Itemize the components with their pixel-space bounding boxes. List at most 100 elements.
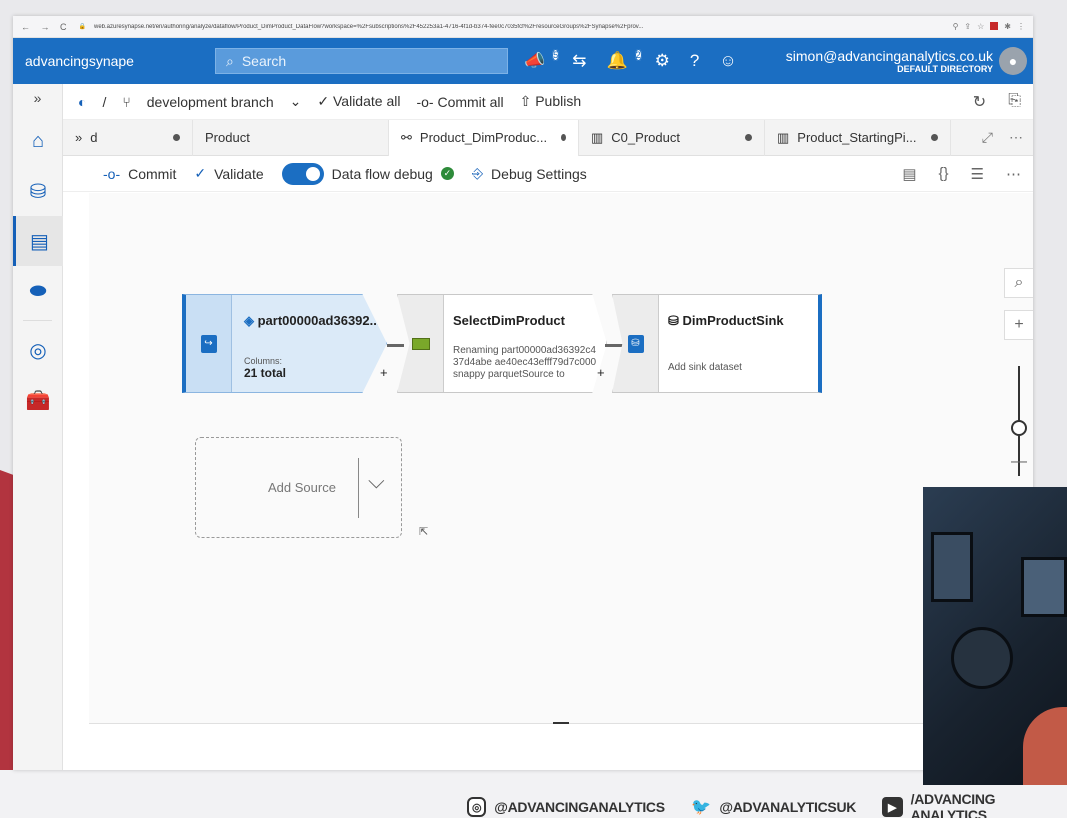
dataset-icon: ◈	[244, 313, 258, 328]
url-text[interactable]: web.azuresynapse.net/en/authoring/analyz…	[94, 24, 945, 30]
command-bar: -o- Commit ✓ Validate Data flow debug ✓ ⎆ D…	[63, 156, 1033, 192]
zoom-out-button[interactable]: —	[1004, 448, 1033, 478]
source-node-strip: ↪	[186, 295, 232, 392]
gear-icon[interactable]: ⚙	[655, 51, 670, 71]
commit-icon: -o-	[103, 165, 121, 182]
commit-all-button[interactable]: -o- Commit all	[416, 94, 503, 110]
discard-icon[interactable]: ⎘	[1008, 92, 1021, 112]
directory-label: DEFAULT DIRECTORY	[897, 64, 993, 74]
publish-button[interactable]: ⇧ Publish	[520, 93, 582, 110]
sink-title: ⛁ DimProductSink	[668, 313, 784, 329]
extension-red-icon[interactable]	[990, 22, 999, 30]
tab-label: Product_StartingPi...	[797, 130, 917, 145]
branchbar-right-icons: ↻ ⎘	[973, 92, 1033, 112]
chevron-down-icon[interactable]: ⌄	[290, 93, 302, 110]
select-icon	[411, 337, 430, 350]
code-icon[interactable]: {}	[939, 165, 949, 183]
validate-all-button[interactable]: ✓ Validate all	[317, 93, 400, 110]
menu-dots-icon[interactable]: ⋮	[1017, 22, 1025, 31]
commit-all-label: Commit all	[437, 93, 504, 110]
notifications-icon[interactable]: 📣 5	[524, 49, 560, 71]
youtube-icon: ▶	[881, 797, 903, 817]
zoom-slider-thumb[interactable]	[1011, 420, 1027, 436]
instagram-handle: @ADVANCINGANALYTICS	[494, 799, 665, 815]
commit-button[interactable]: -o- Commit	[103, 166, 176, 182]
tab-label: d	[90, 130, 98, 145]
zoom-in-button[interactable]: +	[1004, 310, 1033, 340]
help-icon[interactable]: ?	[690, 51, 699, 71]
select-node[interactable]: SelectDimProduct Renaming part00000ad363…	[397, 294, 607, 393]
more-icon[interactable]: ⋯	[1006, 165, 1021, 183]
validate-button[interactable]: ✓ Validate	[194, 165, 263, 182]
tab-product-startingpi[interactable]: ▥ Product_StartingPi...	[765, 119, 951, 156]
sink-node[interactable]: ⛁ ⛁ DimProductSink Add sink dataset	[612, 294, 822, 393]
branch-selector[interactable]: development branch	[147, 94, 274, 110]
debug-settings-icon: ⎆	[471, 165, 484, 181]
browser-extension-icons[interactable]: ⚲ ⇪ ☆ ✱ ⋮	[953, 22, 1025, 31]
monitor-icon[interactable]: ◎	[13, 325, 63, 375]
pipeline-icon: ▥	[777, 129, 790, 145]
add-transform-plus-icon[interactable]: +	[380, 365, 388, 380]
debug-toggle[interactable]	[281, 162, 324, 185]
add-source-label: Add Source	[268, 480, 336, 495]
validate-label: Validate	[214, 165, 264, 182]
expand-rail-icon[interactable]: »	[13, 84, 62, 116]
azure-header: advancingsynape ⌕ Search 📣 5 ⇆ 🔔 2 ⚙ ? ☺ s…	[13, 38, 1033, 84]
publish-icon: ⇧	[519, 93, 536, 109]
git-icon[interactable]: ◐	[78, 94, 86, 110]
browser-nav-icons[interactable]: ← → C	[21, 22, 71, 32]
source-title-text: part00000ad36392...	[257, 313, 381, 328]
header-icons: 📣 5 ⇆ 🔔 2 ⚙ ? ☺	[524, 49, 737, 71]
unsaved-dot-icon	[930, 134, 938, 141]
panel-resize-grip[interactable]	[553, 722, 569, 724]
feedback-icon[interactable]: ☺	[719, 51, 736, 71]
script-icon[interactable]: ▤	[902, 165, 916, 183]
dataflow-canvas[interactable]: ↪ ◈ part00000ad36392... Columns: 21 tota…	[89, 193, 1033, 723]
tab-product-dimproduct[interactable]: ⚯ Product_DimProduc...	[389, 119, 579, 156]
integrate-icon[interactable]: ⬬	[13, 266, 63, 316]
cmdbar-right-icons: ▤ {} ☰ ⋯	[902, 165, 1033, 183]
tab-product[interactable]: Product	[193, 119, 389, 156]
picture-frame	[931, 532, 973, 602]
browser-url-bar: ← → C 🔒 web.azuresynapse.net/en/authorin…	[13, 16, 1033, 38]
select-desc: Renaming part00000ad36392c437d4abe ae40e…	[453, 345, 597, 380]
source-node[interactable]: ↪ ◈ part00000ad36392... Columns: 21 tota…	[182, 294, 387, 393]
workspace-name[interactable]: advancingsynape	[13, 53, 213, 69]
pipeline-icon: ▥	[591, 129, 604, 145]
tab-d[interactable]: » d	[63, 119, 193, 156]
search-input[interactable]: ⌕ Search	[215, 48, 508, 74]
columns-value: 21 total	[244, 366, 287, 380]
tab-c0-product[interactable]: ▥ C0_Product	[579, 119, 765, 156]
zoom-search-icon[interactable]: ⌕	[1004, 268, 1033, 298]
directory-switch-icon[interactable]: ⇆	[572, 51, 586, 71]
share-icon[interactable]: ⇪	[964, 22, 971, 31]
avatar[interactable]: ●	[999, 47, 1027, 75]
tabs-expand-icon[interactable]: »	[75, 130, 82, 145]
extension-icon[interactable]: ✱	[1004, 22, 1011, 31]
left-rail: » ⌂ ⛁ ▤ ⬬ ◎ 🧰	[13, 84, 63, 770]
commit-label: Commit	[128, 165, 177, 182]
debug-settings-button[interactable]: ⎆ Debug Settings	[472, 165, 587, 182]
develop-icon[interactable]: ▤	[13, 216, 63, 266]
add-source-box[interactable]: Add Source ⌵	[195, 437, 402, 538]
data-icon[interactable]: ⛁	[13, 166, 63, 216]
lock-icon: 🔒	[78, 24, 86, 30]
add-transform-plus-icon[interactable]: +	[597, 365, 605, 380]
chevron-down-icon[interactable]: ⌵	[368, 468, 385, 494]
manage-icon[interactable]: 🧰	[13, 375, 63, 425]
debug-toggle-group: Data flow debug ✓	[281, 162, 454, 185]
more-icon[interactable]: ⋯	[1009, 129, 1023, 146]
maximize-icon[interactable]: ⤢	[982, 129, 993, 146]
zoom-control: ⌕ + —	[1004, 268, 1033, 476]
bell-icon[interactable]: 🔔 2	[606, 49, 642, 71]
refresh-icon[interactable]: ↻	[973, 92, 986, 112]
sink-icon: ⛁	[627, 334, 644, 353]
unsaved-dot-icon	[561, 134, 566, 141]
home-icon[interactable]: ⌂	[13, 116, 63, 166]
unsaved-dot-icon	[173, 134, 180, 141]
fan	[951, 627, 1013, 689]
zoom-icon[interactable]: ⚲	[953, 22, 959, 31]
user-info[interactable]: simon@advancinganalytics.co.uk DEFAULT D…	[786, 48, 999, 74]
star-icon[interactable]: ☆	[977, 22, 984, 31]
properties-icon[interactable]: ☰	[971, 165, 984, 183]
